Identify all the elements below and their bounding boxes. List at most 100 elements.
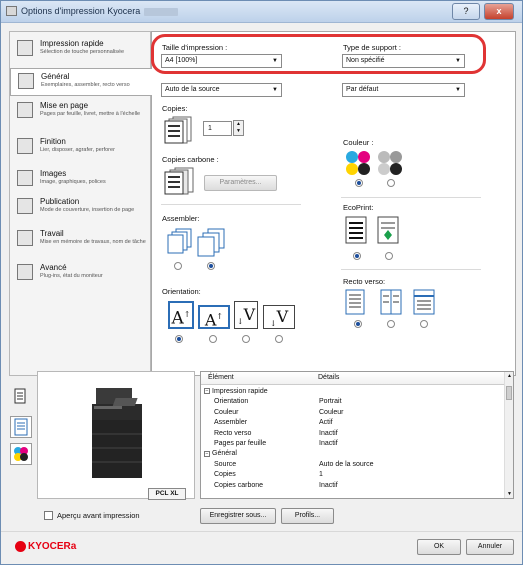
sidebar-item-sublabel: Pages par feuille, livret, mettre à l'éc… xyxy=(40,111,141,117)
row-item-cell: − Général xyxy=(204,450,237,457)
row-details-cell: 1 xyxy=(319,471,323,479)
monochrome-radio[interactable] xyxy=(387,179,395,187)
column-header-item: Élément xyxy=(208,374,234,381)
sidebar-item-general[interactable]: Général Exemplaires, assembler, recto ve… xyxy=(10,68,152,96)
table-row[interactable]: Copies 1 xyxy=(201,471,504,481)
row-details-cell: Inactif xyxy=(319,440,338,447)
copies-label: Copies: xyxy=(162,104,188,113)
printer-preview-tab-icon[interactable] xyxy=(10,386,32,408)
collate-label: Assembler: xyxy=(162,214,200,223)
source-select[interactable]: Auto de la source ▼ xyxy=(161,83,282,97)
orientation-portrait-rotated-radio[interactable] xyxy=(242,335,250,343)
image-icon xyxy=(17,170,33,186)
sidebar-item-label: Images xyxy=(40,169,67,178)
orientation-label: Orientation: xyxy=(162,287,201,296)
destination-value: Par défaut xyxy=(346,86,379,93)
destination-select[interactable]: Par défaut ▼ xyxy=(342,83,465,97)
duplex-long-edge-radio[interactable] xyxy=(387,320,395,328)
collapse-toggle-icon[interactable]: − xyxy=(204,388,210,395)
row-item-cell: Copies carbone xyxy=(214,482,263,489)
close-button[interactable]: x xyxy=(484,3,514,20)
ecoprint-on-icon xyxy=(377,216,399,244)
printer-icon xyxy=(6,6,17,16)
title-bar[interactable]: Options d'impression Kyocera ? x xyxy=(1,1,522,23)
table-row[interactable]: Recto verso Inactif xyxy=(201,430,504,440)
duplex-short-edge-radio[interactable] xyxy=(420,320,428,328)
row-item-label: Copies xyxy=(214,471,236,479)
orientation-portrait-radio[interactable] xyxy=(175,335,183,343)
table-row[interactable]: − Général xyxy=(201,450,504,460)
pdl-badge: PCL XL xyxy=(148,488,186,500)
duplex-off-radio[interactable] xyxy=(354,320,362,328)
table-row[interactable]: Source Auto de la source xyxy=(201,461,504,471)
orientation-glyph: A xyxy=(204,310,217,330)
sidebar-item-finishing[interactable]: Finition Lier, disposer, agrafer, perfor… xyxy=(10,134,150,162)
orientation-portrait-icon: A↑ xyxy=(168,301,194,329)
sidebar: Impression rapide Sélection de touche pe… xyxy=(9,31,152,376)
table-row[interactable]: Orientation Portrait xyxy=(201,398,504,408)
kyocera-logo: KYOCERa xyxy=(15,541,76,552)
sidebar-item-images[interactable]: Images Image, graphiques, polices xyxy=(10,166,150,194)
profiles-button[interactable]: Profils... xyxy=(281,508,334,524)
page-preview-tab-icon[interactable] xyxy=(10,416,32,438)
row-item-cell: − Impression rapide xyxy=(204,388,268,395)
ecoprint-off-radio[interactable] xyxy=(353,252,361,260)
row-details-cell: Inactif xyxy=(319,481,338,489)
collate-on-radio[interactable] xyxy=(207,262,215,270)
copies-input[interactable]: 1 xyxy=(203,121,232,136)
sidebar-item-quick-print[interactable]: Impression rapide Sélection de touche pe… xyxy=(10,36,150,64)
save-as-button[interactable]: Enregistrer sous... xyxy=(200,508,276,524)
table-row[interactable]: Pages par feuille Inactif xyxy=(201,440,504,450)
carbon-settings-button[interactable]: Paramètres... xyxy=(204,175,277,191)
orientation-landscape-rotated-radio[interactable] xyxy=(275,335,283,343)
kyocera-mark-icon xyxy=(15,541,26,552)
highlight-annotation xyxy=(151,34,486,74)
color-preview-tab-icon[interactable] xyxy=(10,443,32,465)
orientation-glyph: V xyxy=(243,305,256,324)
vertical-scrollbar[interactable]: ▲ ▼ xyxy=(504,372,513,498)
sidebar-item-label: Impression rapide xyxy=(40,39,104,48)
collapse-toggle-icon[interactable]: − xyxy=(204,450,210,457)
orientation-portrait-rotated-icon: ↓V xyxy=(234,301,258,329)
table-row[interactable]: Couleur Couleur xyxy=(201,409,504,419)
sidebar-item-sublabel: Exemplaires, assembler, recto verso xyxy=(41,82,130,88)
job-icon xyxy=(17,230,33,246)
monochrome-mode-icon xyxy=(378,151,402,175)
collate-off-radio[interactable] xyxy=(174,262,182,270)
sidebar-item-advanced[interactable]: Avancé Plug-ins, état du moniteur xyxy=(10,260,150,288)
window-title: Options d'impression Kyocera xyxy=(21,6,179,16)
table-row[interactable]: − Impression rapide xyxy=(201,388,504,398)
row-item-cell: Assembler xyxy=(214,419,247,426)
scroll-down-icon[interactable]: ▼ xyxy=(505,491,513,497)
print-options-window: Options d'impression Kyocera ? x Impress… xyxy=(0,0,523,565)
row-item-cell: Couleur xyxy=(214,409,239,416)
sidebar-item-publishing[interactable]: Publication Mode de couverture, insertio… xyxy=(10,194,150,226)
table-row[interactable]: Assembler Actif xyxy=(201,419,504,429)
scroll-thumb[interactable] xyxy=(506,386,512,400)
orientation-landscape-radio[interactable] xyxy=(209,335,217,343)
row-details-cell: Actif xyxy=(319,419,333,427)
color-radio[interactable] xyxy=(355,179,363,187)
printer-preview-area xyxy=(37,371,195,499)
scroll-up-icon[interactable]: ▲ xyxy=(505,373,513,379)
sidebar-item-layout[interactable]: Mise en page Pages par feuille, livret, … xyxy=(10,98,150,130)
row-item-label: Couleur xyxy=(214,408,239,416)
orientation-landscape-icon: A↑ xyxy=(198,305,230,329)
carbon-copies-label: Copies carbone : xyxy=(162,155,219,164)
row-details-cell: Portrait xyxy=(319,398,342,406)
print-preview-checkbox[interactable] xyxy=(44,511,53,520)
ecoprint-on-radio[interactable] xyxy=(385,252,393,260)
duplex-long-edge-icon xyxy=(380,289,402,315)
cancel-button[interactable]: Annuler xyxy=(466,539,514,555)
copies-stepper[interactable]: ▲ ▼ xyxy=(233,120,244,136)
row-item-cell: Recto verso xyxy=(214,430,251,437)
row-item-label: Recto verso xyxy=(214,429,252,437)
help-button[interactable]: ? xyxy=(452,3,480,20)
sidebar-item-job[interactable]: Travail Mise en mémoire de travaux, nom … xyxy=(10,226,150,258)
copies-icon xyxy=(164,116,192,144)
row-item-label: Général xyxy=(212,450,237,458)
row-item-label: Assembler xyxy=(214,419,248,427)
ok-button[interactable]: OK xyxy=(417,539,461,555)
carbon-copies-icon xyxy=(164,167,194,195)
table-row[interactable]: Copies carbone Inactif xyxy=(201,482,504,492)
